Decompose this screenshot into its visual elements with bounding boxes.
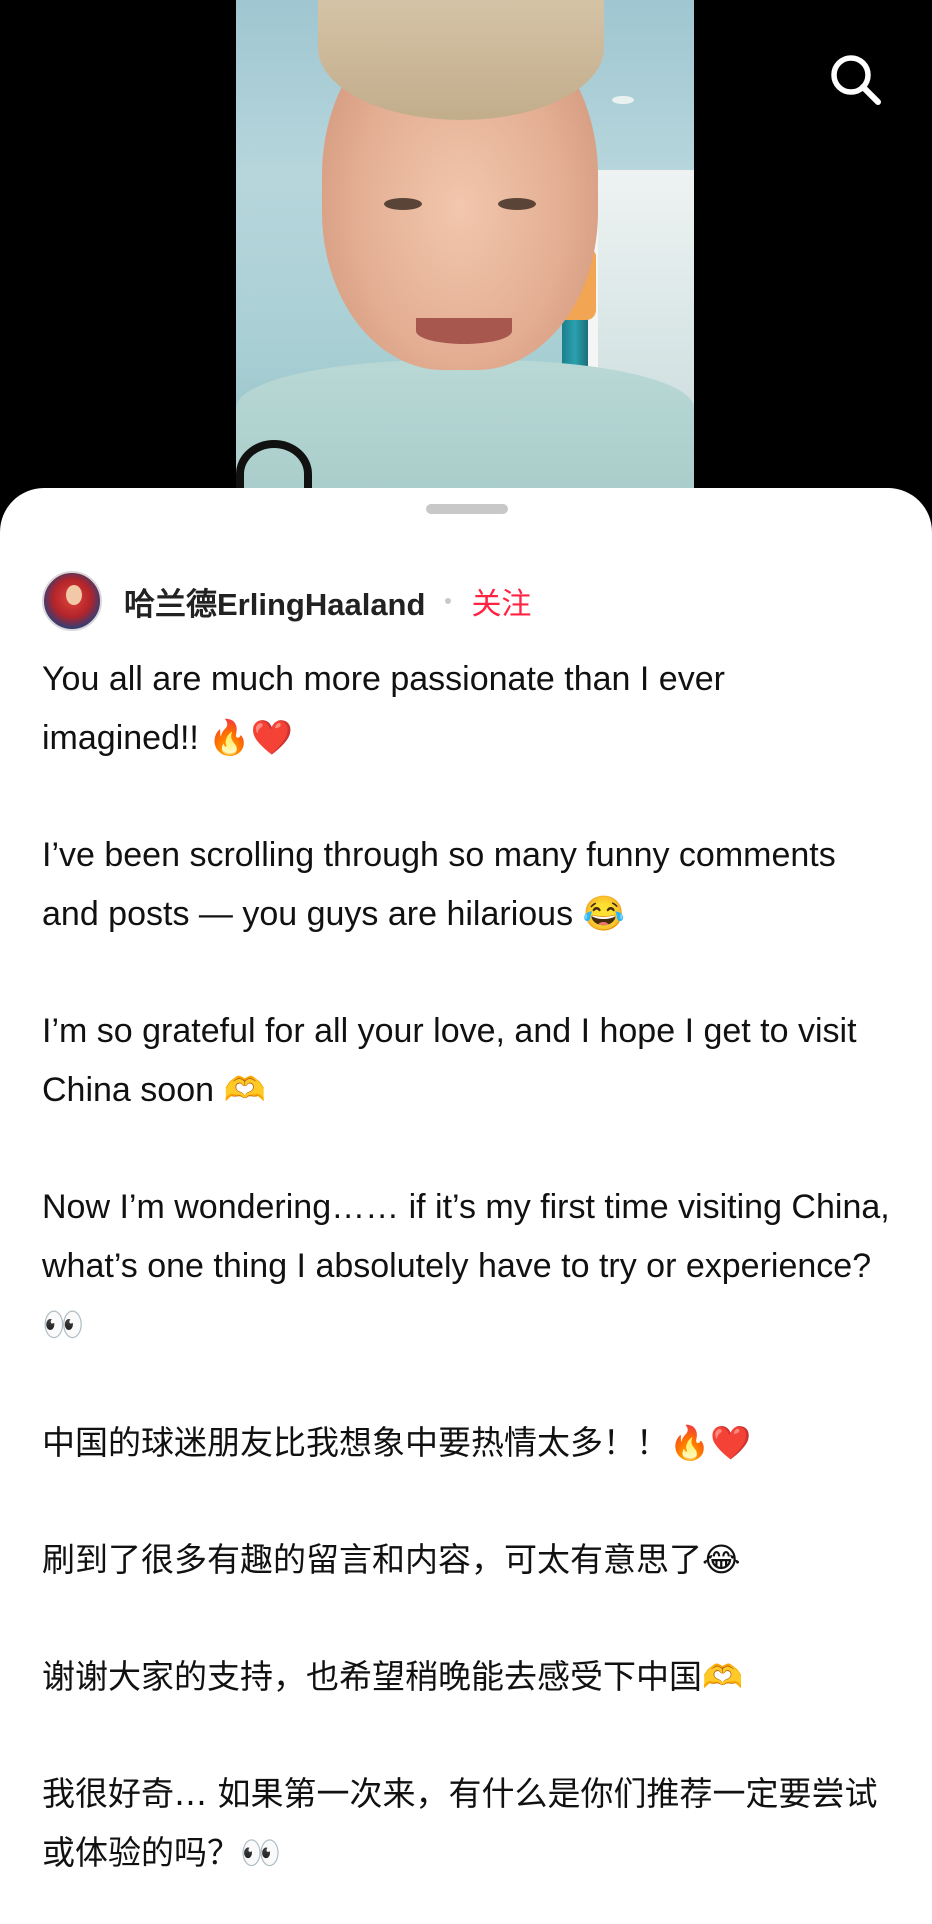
author-row: 哈兰德ErlingHaaland 关注 <box>42 570 531 632</box>
video-player[interactable] <box>236 0 694 500</box>
video-person-eye <box>498 198 536 210</box>
post-paragraph-zh-1: 中国的球迷朋友比我想象中要热情太多！！🔥❤️ <box>42 1423 752 1462</box>
post-paragraph-zh-2: 刷到了很多有趣的留言和内容，可太有意思了😂 <box>42 1540 741 1579</box>
video-person-eye <box>384 198 422 210</box>
follow-button[interactable]: 关注 <box>471 579 531 623</box>
post-paragraph-zh-3: 谢谢大家的支持，也希望稍晚能去感受下中国🫶 <box>42 1657 744 1696</box>
post-paragraph-en-1: You all are much more passionate than I … <box>42 660 735 757</box>
search-button[interactable] <box>826 50 886 110</box>
separator-dot <box>445 598 452 604</box>
avatar[interactable] <box>42 571 102 631</box>
sheet-grabber-handle[interactable] <box>426 504 508 514</box>
author-name[interactable]: 哈兰德ErlingHaaland <box>124 579 425 624</box>
post-detail-sheet: 哈兰德ErlingHaaland 关注 You all are much mor… <box>0 488 932 1924</box>
screen: 哈兰德ErlingHaaland 关注 You all are much mor… <box>0 0 932 1924</box>
ceiling-light <box>612 96 634 104</box>
post-paragraph-en-3: I’m so grateful for all your love, and I… <box>42 1012 866 1109</box>
post-body: You all are much more passionate than I … <box>42 650 890 1924</box>
post-paragraph-en-4: Now I’m wondering…… if it’s my first tim… <box>42 1188 900 1344</box>
post-paragraph-en-2: I’ve been scrolling through so many funn… <box>42 836 846 933</box>
search-icon <box>831 55 881 105</box>
post-paragraph-zh-4: 我很好奇… 如果第一次来，有什么是你们推荐一定要尝试或体验的吗？👀 <box>42 1774 878 1872</box>
video-person-mouth <box>416 318 512 344</box>
